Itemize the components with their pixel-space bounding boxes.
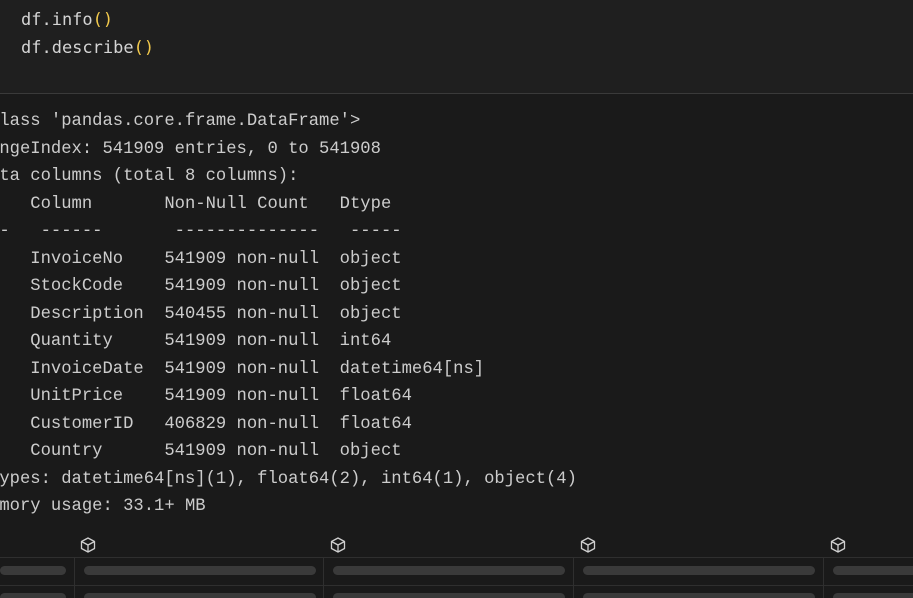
column-separator (823, 557, 824, 598)
loading-placeholder (84, 593, 316, 598)
output-line-class: class 'pandas.core.frame.DataFrame'> (0, 112, 361, 131)
describe-output-loading (0, 530, 913, 598)
output-line-rule: -- ------ -------------- ----- (0, 222, 402, 241)
code-line-info: df.info() (21, 10, 114, 30)
cube-icon (80, 537, 96, 553)
output-line-unitprice: 5 UnitPrice 541909 non-null float64 (0, 387, 412, 406)
code-line-describe: df.describe() (21, 38, 155, 58)
cell-output: class 'pandas.core.frame.DataFrame'> ange… (0, 108, 577, 521)
loading-placeholder (583, 593, 815, 598)
output-line-description: 2 Description 540455 non-null object (0, 304, 402, 324)
table-divider (0, 557, 913, 558)
cube-icon (580, 537, 596, 553)
output-line-dtypes: types: datetime64[ns](1), float64(2), in… (0, 469, 577, 489)
output-line-stockcode: 1 StockCode 541909 non-null object (0, 277, 402, 296)
loading-placeholder (583, 566, 815, 575)
output-line-customerid: 6 CustomerID 406829 non-null float64 (0, 414, 412, 434)
column-separator (573, 557, 574, 598)
code-cell[interactable]: df.info() df.describe() (0, 0, 913, 94)
loading-placeholder (0, 593, 66, 598)
column-separator (323, 557, 324, 598)
output-line-invoiceno: 0 InvoiceNo 541909 non-null object (0, 249, 402, 269)
loading-placeholder (0, 566, 66, 575)
cube-icon (830, 537, 846, 553)
cube-icon (330, 537, 346, 553)
output-line-columns: ata columns (total 8 columns): (0, 167, 299, 186)
loading-placeholder (833, 593, 913, 598)
output-line-memory: emory usage: 33.1+ MB (0, 497, 206, 516)
output-line-header: # Column Non-Null Count Dtype (0, 194, 392, 214)
loading-placeholder (833, 566, 913, 575)
output-line-invoicedate: 4 InvoiceDate 541909 non-null datetime64… (0, 359, 485, 379)
output-line-rangeindex: angeIndex: 541909 entries, 0 to 541908 (0, 139, 381, 159)
output-line-quantity: 3 Quantity 541909 non-null int64 (0, 332, 392, 351)
column-separator (74, 557, 75, 598)
loading-placeholder (333, 593, 565, 598)
loading-placeholder (84, 566, 316, 575)
table-divider (0, 585, 913, 586)
output-line-country: 7 Country 541909 non-null object (0, 442, 402, 461)
loading-placeholder (333, 566, 565, 575)
